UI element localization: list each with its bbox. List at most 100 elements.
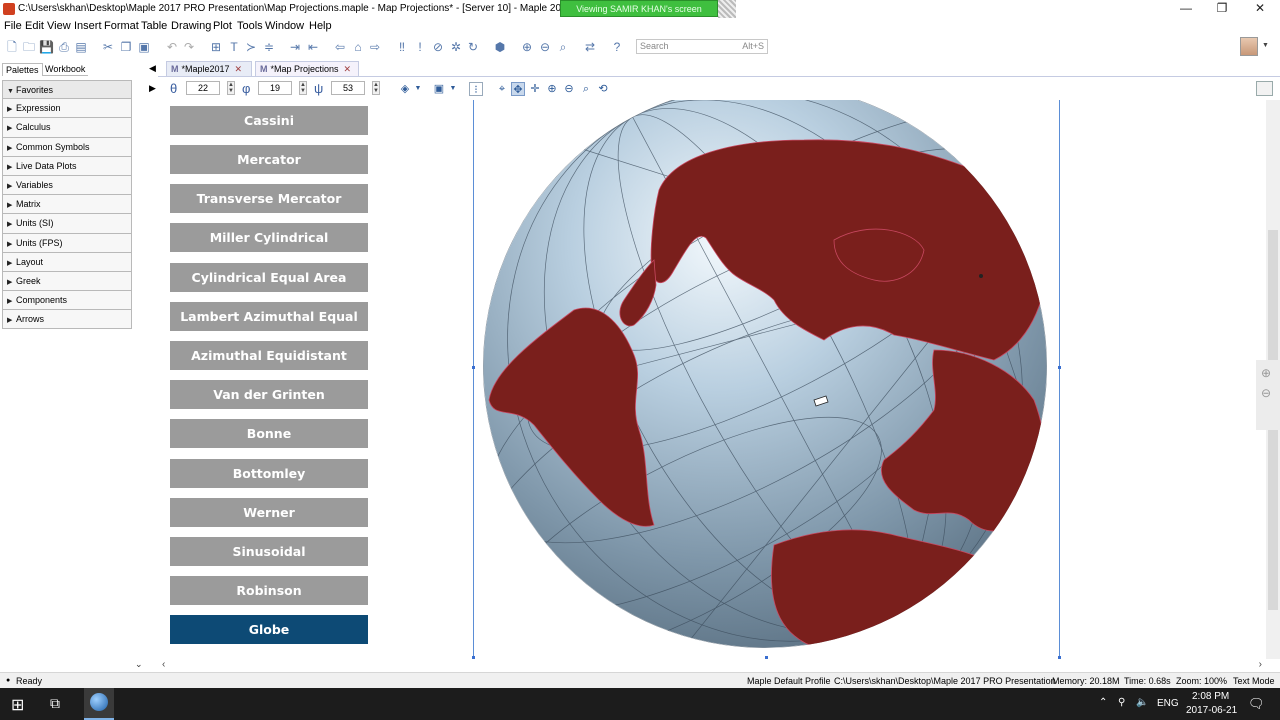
projection-button-miller-cylindrical[interactable]: Miller Cylindrical (170, 223, 368, 252)
language-indicator[interactable]: ENG (1157, 698, 1179, 709)
insert-math-icon[interactable]: ⊞ (209, 40, 223, 54)
palette-favorites[interactable]: ▼ Favorites (2, 80, 132, 100)
theta-spinner[interactable]: ▲ ▼ (227, 81, 235, 95)
tab-workbook[interactable]: Workbook (42, 63, 89, 76)
debug-icon[interactable]: ✲ (449, 40, 463, 54)
forward-icon[interactable]: ⇨ (368, 40, 382, 54)
print-preview-icon[interactable]: ▤ (74, 40, 88, 54)
swap-icon[interactable]: ⇄ (583, 40, 597, 54)
paste-icon[interactable]: ▣ (137, 40, 151, 54)
projection-button-van-der-grinten[interactable]: Van der Grinten (170, 380, 368, 409)
new-document-icon[interactable]: 🗋 (5, 40, 19, 54)
menu-insert[interactable]: Insert (74, 20, 102, 32)
outdent-icon[interactable]: ⇤ (306, 40, 320, 54)
reset-view-icon[interactable]: ⟲ (596, 82, 610, 96)
indent-icon[interactable]: ⇥ (288, 40, 302, 54)
home-icon[interactable]: ⌂ (351, 40, 365, 54)
menu-view[interactable]: View (47, 20, 71, 32)
palette-arrows[interactable]: ▶ Arrows (2, 310, 132, 330)
volume-icon[interactable]: 🔈 (1136, 697, 1148, 708)
palette-greek[interactable]: ▶ Greek (2, 271, 132, 292)
execute-icon[interactable]: ! (413, 40, 427, 54)
avatar[interactable] (1240, 37, 1258, 56)
zoom-in-plot-icon[interactable]: ⊕ (545, 82, 559, 96)
dropdown-arrow-icon[interactable]: ▼ (411, 82, 425, 96)
projection-button-mercator[interactable]: Mercator (170, 145, 368, 174)
status-mode[interactable]: Text Mode (1233, 676, 1275, 686)
tray-chevron-icon[interactable]: ⌃ (1099, 697, 1107, 708)
psi-input[interactable]: 53 (331, 81, 365, 95)
theta-input[interactable]: 22 (186, 81, 220, 95)
clock-time[interactable]: 2:08 PM (1192, 691, 1229, 702)
resize-handle[interactable] (1058, 366, 1061, 369)
plot-region[interactable] (472, 100, 1061, 659)
phi-input[interactable]: 19 (258, 81, 292, 95)
projection-button-robinson[interactable]: Robinson (170, 576, 368, 605)
back-icon[interactable]: ⇦ (333, 40, 347, 54)
zoom-out-plot-icon[interactable]: ⊖ (562, 82, 576, 96)
copy-icon[interactable]: ❐ (119, 40, 133, 54)
redo-icon[interactable]: ↷ (182, 40, 196, 54)
network-icon[interactable]: ⚲ (1118, 697, 1125, 708)
palette-layout[interactable]: ▶ Layout (2, 252, 132, 272)
projection-button-cylindrical-equal-area[interactable]: Cylindrical Equal Area (170, 263, 368, 292)
collapse-palette-icon[interactable]: ◀ (149, 63, 156, 74)
stop-icon[interactable]: ⊘ (431, 40, 445, 54)
restart-icon[interactable]: ↻ (466, 40, 480, 54)
palette-live-data-plots[interactable]: ▶ Live Data Plots (2, 156, 132, 176)
math-mode-icon[interactable]: ≻ (244, 40, 258, 54)
minimize-button[interactable]: — (1168, 0, 1204, 18)
palette-expression[interactable]: ▶ Expression (2, 99, 132, 119)
palette-scrollbar[interactable]: ⌄ (134, 80, 146, 670)
search-input[interactable]: Search Alt+S (636, 39, 768, 54)
menu-window[interactable]: Window (265, 20, 304, 32)
zoom-in-icon[interactable]: ⊕ (520, 40, 534, 54)
text-mode-icon[interactable]: T (227, 40, 241, 54)
projection-button-azimuthal-equidistant[interactable]: Azimuthal Equidistant (170, 341, 368, 370)
plot-style-icon[interactable]: ◈ (398, 82, 412, 96)
phi-spinner[interactable]: ▲ ▼ (299, 81, 307, 95)
close-tab-icon[interactable]: ✕ (235, 64, 243, 74)
menu-format[interactable]: Format (104, 20, 139, 32)
zoom-out-side-icon[interactable]: ⊖ (1261, 386, 1271, 400)
close-tab-icon[interactable]: ✕ (344, 64, 352, 74)
zoom-in-side-icon[interactable]: ⊕ (1261, 366, 1271, 380)
banner-grip-icon[interactable] (718, 0, 736, 18)
zoom-plot-icon[interactable]: ⌕ (579, 82, 593, 96)
windows-start-icon[interactable]: ⊞ (11, 695, 24, 715)
projection-button-bonne[interactable]: Bonne (170, 419, 368, 448)
rotate-icon[interactable]: ✥ (511, 82, 525, 96)
tab-palettes[interactable]: Palettes (2, 63, 43, 76)
menu-table[interactable]: Table (141, 20, 167, 32)
palette-variables[interactable]: ▶ Variables (2, 175, 132, 196)
menu-edit[interactable]: Edit (25, 20, 44, 32)
globe-plot[interactable] (474, 100, 1059, 659)
scroll-left-icon[interactable]: ‹ (162, 659, 165, 670)
dropdown-arrow-icon[interactable]: ▼ (446, 82, 460, 96)
menu-help[interactable]: Help (309, 20, 332, 32)
horizontal-scrollbar[interactable]: ‹ › (158, 659, 1266, 671)
share-icon[interactable]: ⬢ (493, 40, 507, 54)
projection-button-bottomley[interactable]: Bottomley (170, 459, 368, 488)
context-panel-icon[interactable] (1256, 81, 1273, 96)
palette-components[interactable]: ▶ Components (2, 291, 132, 311)
projection-button-lambert-azimuthal-equal-area[interactable]: Lambert Azimuthal Equal Area (170, 302, 368, 353)
cut-icon[interactable]: ✂ (101, 40, 115, 54)
menu-drawing[interactable]: Drawing (171, 20, 211, 32)
avatar-dropdown-icon[interactable]: ▼ (1262, 42, 1269, 49)
task-view-icon[interactable]: ⧉ (50, 695, 60, 712)
scroll-down-icon[interactable]: ⌄ (135, 659, 143, 670)
execution-group-icon[interactable]: ≑ (262, 40, 276, 54)
zoom-out-icon[interactable]: ⊖ (538, 40, 552, 54)
palette-units-si[interactable]: ▶ Units (SI) (2, 214, 132, 234)
projection-button-transverse-mercator[interactable]: Transverse Mercator (170, 184, 368, 213)
palette-units-fps[interactable]: ▶ Units (FPS) (2, 233, 132, 253)
viewing-banner[interactable]: Viewing SAMIR KHAN's screen (560, 0, 718, 17)
scale-1-1-icon[interactable]: ⁝ (469, 82, 483, 96)
resize-handle[interactable] (472, 366, 475, 369)
undo-icon[interactable]: ↶ (165, 40, 179, 54)
close-button[interactable]: ✕ (1242, 0, 1278, 18)
menu-tools[interactable]: Tools (237, 20, 263, 32)
execute-all-icon[interactable]: ‼ (395, 40, 409, 54)
zoom-icon[interactable]: ⌕ (556, 40, 570, 54)
